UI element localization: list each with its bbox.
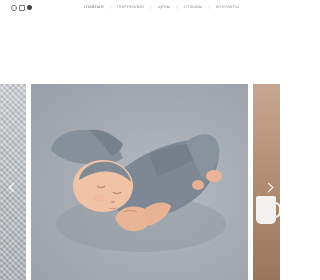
nav-separator: |: [208, 4, 210, 9]
nav-item-prices[interactable]: ЦЕНЫ: [158, 4, 171, 9]
nav-separator: |: [109, 4, 111, 9]
page: ГЛАВНАЯ | ПОРТФОЛИО | ЦЕНЫ | ОТЗЫВЫ | КО…: [0, 0, 280, 280]
instagram-icon[interactable]: [19, 5, 25, 11]
nav-item-reviews[interactable]: ОТЗЫВЫ: [184, 4, 203, 9]
nav-item-portfolio[interactable]: ПОРТФОЛИО: [117, 4, 144, 9]
social-links: [11, 5, 32, 11]
nav-item-contacts[interactable]: КОНТАКТЫ: [216, 4, 239, 9]
nav-item-home[interactable]: ГЛАВНАЯ: [84, 4, 104, 9]
vk-icon[interactable]: [11, 5, 17, 11]
mug-handle-shape: [273, 202, 280, 218]
facebook-icon[interactable]: [27, 5, 32, 10]
gallery-slide-next[interactable]: [253, 84, 280, 280]
photo-carousel: [0, 84, 280, 280]
nav-separator: |: [176, 4, 178, 9]
newborn-photo: [51, 129, 226, 252]
site-header: ГЛАВНАЯ | ПОРТФОЛИО | ЦЕНЫ | ОТЗЫВЫ | КО…: [0, 0, 280, 18]
nav-separator: |: [150, 4, 152, 9]
main-nav: ГЛАВНАЯ | ПОРТФОЛИО | ЦЕНЫ | ОТЗЫВЫ | КО…: [84, 4, 239, 9]
gallery-slide-current[interactable]: [31, 84, 248, 280]
